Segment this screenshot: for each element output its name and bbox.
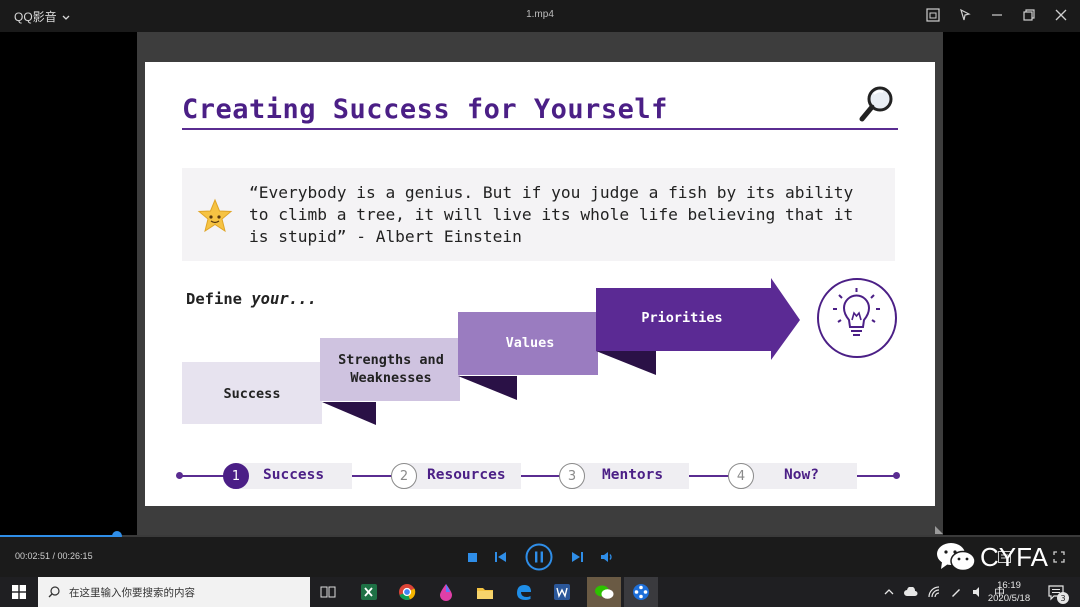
step-label-values: Values xyxy=(458,334,602,352)
word-app[interactable] xyxy=(550,580,574,604)
task-view-button[interactable] xyxy=(316,580,340,604)
fullscreen-icon xyxy=(1053,551,1065,563)
step-label-strengths: Strengths and Weaknesses xyxy=(320,351,462,387)
edge-app[interactable] xyxy=(512,580,536,604)
screenshot-icon xyxy=(926,8,940,22)
previous-button[interactable] xyxy=(492,537,508,577)
clock-time: 16:19 xyxy=(997,580,1021,591)
time-display: 00:02:51 / 00:26:15 xyxy=(15,551,93,561)
search-placeholder: 在这里输入你要搜索的内容 xyxy=(69,586,195,599)
wechat-icon xyxy=(937,543,976,572)
pin-button[interactable] xyxy=(956,6,974,24)
video-area[interactable]: Creating Success for Yourself “Everybody… xyxy=(0,32,1080,535)
step-values-fold xyxy=(596,351,656,375)
slide: Creating Success for Yourself “Everybody… xyxy=(145,62,935,506)
previous-icon xyxy=(494,552,506,562)
paint-app[interactable] xyxy=(434,580,458,604)
pin-icon xyxy=(960,8,971,21)
screenshot-button[interactable] xyxy=(924,6,942,24)
excel-app[interactable] xyxy=(357,580,381,604)
step-4-line1: Priorities xyxy=(641,310,723,326)
color-drop-icon xyxy=(440,584,452,601)
chrome-icon xyxy=(399,584,416,601)
cloud-icon[interactable] xyxy=(904,587,918,597)
step-strengths-fold xyxy=(458,376,517,400)
title-bar: QQ影音 1.mp4 xyxy=(0,0,1080,32)
step-1-line1: Success xyxy=(223,386,281,402)
search-icon xyxy=(48,586,60,598)
progress-label-4: Now? xyxy=(784,467,819,483)
taskbar-clock[interactable]: 16:19 2020/5/18 xyxy=(984,579,1034,605)
excel-icon xyxy=(361,584,377,600)
step-2-line2: Weaknesses xyxy=(350,370,432,386)
progress-number-2: 2 xyxy=(391,463,417,489)
close-icon xyxy=(1055,9,1067,21)
next-icon xyxy=(571,552,583,562)
resize-grip-icon[interactable] xyxy=(935,526,943,534)
pause-button[interactable] xyxy=(524,537,554,577)
qq-player-app[interactable] xyxy=(624,577,658,607)
volume-icon xyxy=(600,552,612,562)
windows-icon xyxy=(12,585,26,599)
stop-icon xyxy=(467,552,477,562)
steps-diagram xyxy=(182,278,800,425)
step-label-success: Success xyxy=(182,385,322,403)
file-title: 1.mp4 xyxy=(526,9,554,20)
word-icon xyxy=(554,584,570,600)
lightbulb-badge xyxy=(817,278,897,358)
step-3-line1: Values xyxy=(505,335,555,351)
player-controls: 00:02:51 / 00:26:15 CYFA xyxy=(0,537,1080,577)
progress-end-dot xyxy=(893,472,900,479)
edge-icon xyxy=(517,585,531,600)
progress-start-dot xyxy=(176,472,183,479)
wechat-watermark: CYFA xyxy=(936,541,1048,573)
close-button[interactable] xyxy=(1052,6,1070,24)
progress-label-3: Mentors xyxy=(602,467,664,483)
notification-button[interactable]: 3 xyxy=(1044,580,1069,604)
clock-date: 2020/5/18 xyxy=(987,593,1031,604)
lightbulb-icon xyxy=(833,288,880,336)
minimize-button[interactable] xyxy=(988,6,1006,24)
wechat-app[interactable] xyxy=(587,577,621,607)
speaker-icon[interactable] xyxy=(972,586,984,598)
progress-number-3: 3 xyxy=(559,463,585,489)
chrome-app[interactable] xyxy=(395,580,419,604)
wechat-taskbar-icon xyxy=(595,585,614,599)
step-label-priorities: Priorities xyxy=(600,309,764,327)
next-button[interactable] xyxy=(569,537,585,577)
fullscreen-button[interactable] xyxy=(1051,537,1067,577)
chevron-up-icon[interactable] xyxy=(884,588,894,596)
minimize-icon xyxy=(992,14,1002,16)
pause-icon xyxy=(525,543,553,571)
notification-count: 3 xyxy=(1057,592,1069,604)
wifi-icon[interactable] xyxy=(928,586,940,598)
progress-number-4: 4 xyxy=(728,463,754,489)
progress-label-2: Resources xyxy=(427,467,506,483)
stop-button[interactable] xyxy=(464,537,480,577)
taskbar-search[interactable]: 在这里输入你要搜索的内容 xyxy=(38,577,310,607)
film-reel-icon xyxy=(633,584,649,600)
task-view-icon xyxy=(320,586,336,598)
start-button[interactable] xyxy=(0,577,38,607)
restore-icon xyxy=(1023,9,1035,21)
restore-button[interactable] xyxy=(1020,6,1038,24)
progress-number-1: 1 xyxy=(223,463,249,489)
step-2-line1: Strengths and xyxy=(338,352,444,368)
pen-icon[interactable] xyxy=(950,586,962,598)
taskbar: 在这里输入你要搜索的内容 中 16:19 2020/5/18 3 xyxy=(0,577,1080,607)
watermark-text: CYFA xyxy=(980,541,1048,572)
volume-button[interactable] xyxy=(599,537,615,577)
step-success-fold xyxy=(322,402,376,425)
progress-label-1: Success xyxy=(263,467,325,483)
folder-icon xyxy=(477,587,493,599)
file-explorer-app[interactable] xyxy=(473,580,497,604)
